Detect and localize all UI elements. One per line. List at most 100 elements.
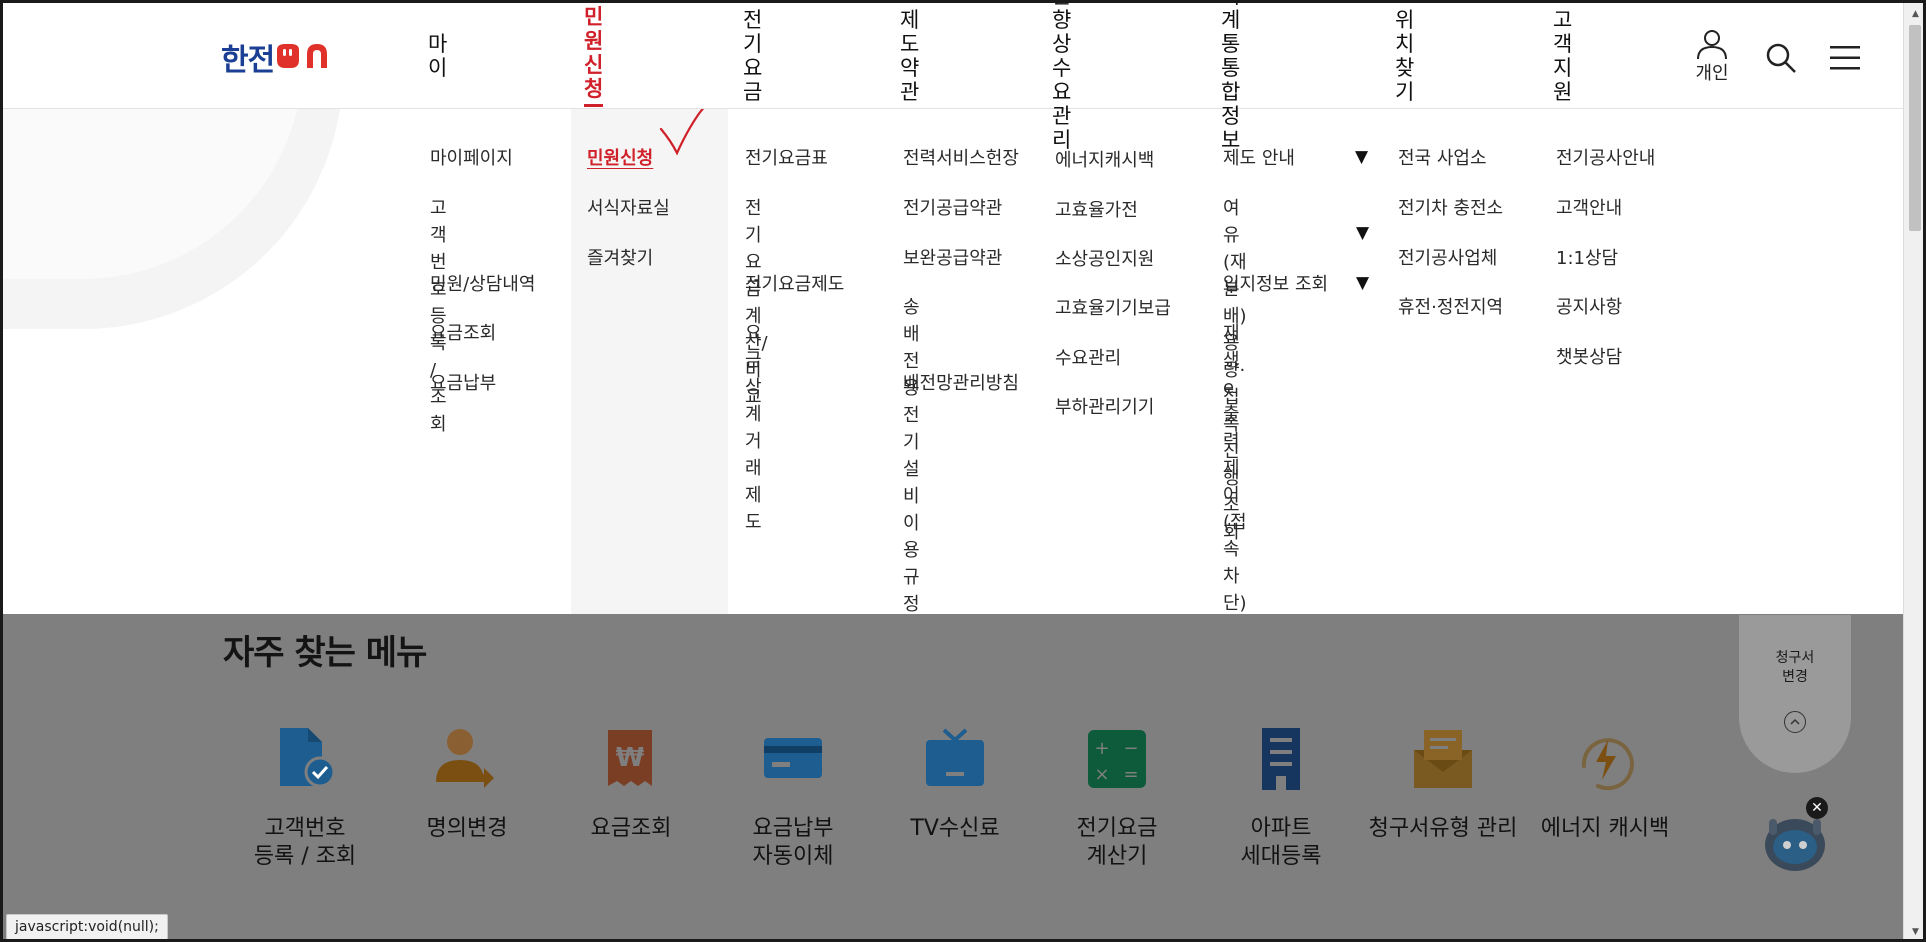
submenu-item[interactable]: 요금납부	[430, 370, 496, 397]
submenu-item[interactable]: 고효율가전	[1055, 197, 1138, 224]
submenu-item[interactable]: 고객안내	[1556, 195, 1622, 222]
quick-menu-label: TV수신료	[910, 816, 1000, 841]
quick-menu-item[interactable]: + − × = 전기요금 계산기	[1042, 723, 1192, 871]
gnb-electric-rate[interactable]: 전기요금	[743, 3, 762, 109]
quick-menu-item[interactable]: 요금납부 자동이체	[718, 723, 868, 871]
quick-menu-label: 명의변경	[426, 816, 508, 841]
submenu-item[interactable]: 전력서비스헌장	[903, 145, 1019, 172]
frequent-menu-title: 자주 찾는 메뉴	[223, 633, 427, 673]
gnb-grid-info[interactable]: 전력계통 통합정보	[1221, 3, 1240, 152]
submenu-item[interactable]: 재생e 출력제어 (접속차단) 현황	[1223, 320, 1247, 614]
submenu-item[interactable]: 요금조회	[430, 320, 496, 347]
gnb-electric-rate-label: 전기요금	[743, 7, 763, 105]
quick-menu-label: 청구서유형 관리	[1368, 816, 1518, 841]
gnb-customer-support[interactable]: 고객지원	[1553, 3, 1572, 109]
submenu-item[interactable]: 마이페이지	[430, 145, 513, 172]
submenu-item[interactable]: 즐겨찾기	[587, 245, 653, 272]
svg-text:−: −	[1123, 738, 1138, 759]
gnb-my[interactable]: 마이	[428, 3, 447, 109]
gnb-civil-apply[interactable]: 민원신청	[584, 3, 604, 109]
quick-menu-item[interactable]: 청구서유형 관리	[1368, 723, 1518, 843]
scroll-down-arrow-icon[interactable]: ▼	[1904, 923, 1923, 939]
user-mode-label: 개인	[1695, 63, 1729, 84]
submenu-item[interactable]: 휴전·정전지역	[1398, 294, 1503, 321]
gnb-grid-info-label: 전력계통 통합정보	[1221, 3, 1241, 153]
quick-menu-item[interactable]: TV수신료	[880, 723, 1030, 843]
quick-menu-item[interactable]: 에너지 캐시백	[1530, 723, 1680, 843]
mail-bill-icon	[1407, 723, 1479, 795]
submenu-item[interactable]: 고효율기기보급	[1055, 295, 1171, 322]
logo-on-mark	[277, 44, 328, 68]
calculator-icon: + − × =	[1081, 723, 1153, 795]
quick-menu-item[interactable]: ₩ 요금조회	[556, 723, 706, 843]
submenu-item[interactable]: 보완공급약관	[903, 245, 1002, 272]
submenu-item[interactable]: 입지정보 조회	[1223, 271, 1328, 298]
search-button[interactable]	[1765, 42, 1797, 78]
quick-menu-item[interactable]: 명의변경	[392, 723, 542, 843]
submenu-item[interactable]: 부하관리기기	[1055, 394, 1154, 421]
bill-change-label: 청구서 변경	[1775, 650, 1815, 685]
svg-text:=: =	[1123, 764, 1138, 785]
submenu-item[interactable]: 배전망관리방침	[903, 370, 1019, 397]
gnb-customer-support-label: 고객지원	[1553, 7, 1573, 105]
quick-menu-item[interactable]: 고객번호 등록 / 조회	[230, 723, 380, 871]
bill-change-floating-widget[interactable]: 청구서 변경	[1739, 615, 1851, 773]
submenu-item[interactable]: 전기공사업체	[1398, 245, 1497, 272]
svg-text:+: +	[1094, 738, 1109, 759]
scroll-up-arrow-icon[interactable]: ▲	[1904, 5, 1923, 23]
search-icon	[1766, 43, 1796, 73]
caret-down-icon[interactable]: ▼	[1356, 223, 1369, 243]
submenu-item-active[interactable]: 민원신청	[587, 145, 653, 172]
gnb-efficiency-demand-label: 효율향상 수요관리	[1052, 3, 1072, 153]
vertical-scrollbar[interactable]: ▲ ▼	[1903, 3, 1923, 939]
energy-bolt-icon	[1569, 723, 1641, 795]
submenu-item[interactable]: 전기공사안내	[1556, 145, 1655, 172]
submenu-item[interactable]: 수요관리	[1055, 345, 1121, 372]
tv-icon	[919, 723, 991, 795]
chevron-up-icon[interactable]	[1784, 711, 1806, 733]
logo-text: 한전	[221, 43, 275, 78]
person-change-icon	[431, 723, 503, 795]
quick-menu-label: 요금조회	[590, 816, 672, 841]
submenu-item[interactable]: 전국 사업소	[1398, 145, 1487, 172]
gnb-find-location[interactable]: 위치찾기	[1395, 3, 1414, 109]
kepco-on-logo[interactable]: 한전	[221, 37, 340, 78]
person-icon	[1697, 30, 1727, 59]
user-mode-button[interactable]: 개인	[1695, 29, 1729, 85]
close-icon[interactable]: ✕	[1806, 797, 1828, 819]
svg-text:₩: ₩	[616, 743, 645, 773]
caret-down-icon[interactable]: ▼	[1355, 147, 1368, 167]
gnb-efficiency-demand[interactable]: 효율향상 수요관리	[1052, 3, 1071, 152]
quick-menu-label: 고객번호 등록 / 조회	[253, 816, 357, 869]
gnb-policy-terms-label: 제도약관	[900, 7, 920, 105]
submenu-item[interactable]: 공지사항	[1556, 294, 1622, 321]
submenu-item[interactable]: 챗봇상담	[1556, 344, 1622, 371]
scrollbar-thumb[interactable]	[1909, 25, 1921, 231]
document-check-icon	[269, 723, 341, 795]
submenu-item[interactable]: 민원/상담내역	[430, 271, 535, 298]
browser-status-bar: javascript:void(null);	[6, 914, 168, 939]
caret-down-icon[interactable]: ▼	[1356, 273, 1369, 293]
apartment-icon	[1245, 723, 1317, 795]
submenu-item[interactable]: 송배전용 전기 설비 이용규정	[903, 294, 920, 614]
site-header: 한전 마이 민원신청 전기요금 제도약관 효율향상 수요관리 전력계통 통합정보…	[3, 3, 1903, 152]
submenu-item[interactable]: 전기차 충전소	[1398, 195, 1503, 222]
gnb-find-location-label: 위치찾기	[1395, 7, 1415, 105]
gnb-policy-terms[interactable]: 제도약관	[900, 3, 919, 109]
quick-menu-label: 에너지 캐시백	[1540, 816, 1670, 841]
browser-viewport: 한전 마이 민원신청 전기요금 제도약관 효율향상 수요관리 전력계통 통합정보…	[0, 0, 1926, 942]
submenu-item[interactable]: 전기공급약관	[903, 195, 1002, 222]
svg-text:×: ×	[1094, 764, 1109, 785]
submenu-item[interactable]: 1:1상담	[1556, 245, 1618, 272]
active-column-background	[571, 109, 728, 614]
submenu-item[interactable]: 전기요금제도	[745, 271, 844, 298]
submenu-item[interactable]: 소상공인지원	[1055, 246, 1154, 273]
submenu-item[interactable]: 요금 상계거래 제도	[745, 320, 762, 536]
submenu-item[interactable]: 전기요금표	[745, 145, 828, 172]
submenu-item[interactable]: 서식자료실	[587, 195, 670, 222]
gnb-civil-apply-label: 민원신청	[584, 5, 604, 108]
quick-menu-item[interactable]: 아파트 세대등록	[1206, 723, 1356, 871]
all-menu-button[interactable]	[1830, 45, 1860, 75]
quick-menu-label: 전기요금 계산기	[1076, 816, 1158, 869]
submenu-item[interactable]: 고객번호 등록 / 조회	[430, 195, 447, 438]
